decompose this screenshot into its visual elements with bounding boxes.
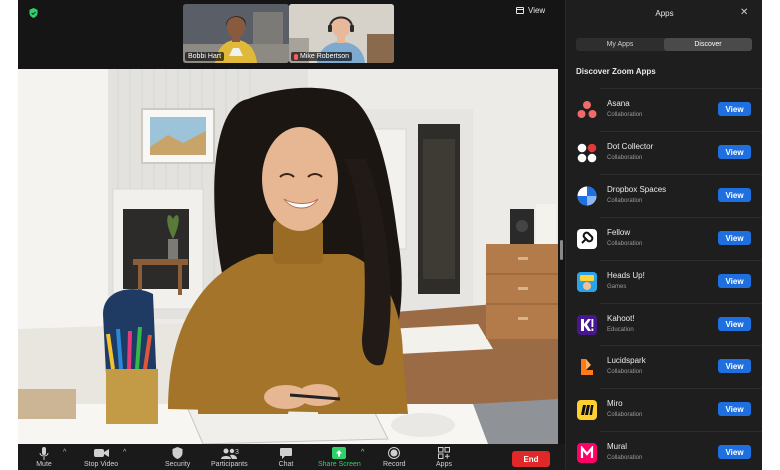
video-camera-icon: [93, 446, 109, 460]
dot-collector-icon: [577, 143, 597, 163]
app-name: Lucidspark: [607, 356, 646, 365]
app-view-button[interactable]: View: [718, 145, 751, 159]
share-options-caret[interactable]: ^: [361, 449, 364, 456]
zoom-window: View Bobbi Hart Mike Robertson Mute ^ St…: [18, 0, 762, 470]
participants-button[interactable]: 3 Participants: [211, 446, 248, 468]
app-category: Collaboration: [607, 112, 643, 118]
app-name: Mural: [607, 442, 628, 451]
close-icon[interactable]: ✕: [740, 8, 748, 18]
participant-name-tag: Bobbi Hart: [185, 52, 225, 61]
chat-button[interactable]: Chat: [278, 446, 294, 468]
shield-icon: [170, 446, 186, 460]
app-category: Collaboration: [607, 241, 643, 247]
divider: [600, 303, 762, 304]
view-layout-label: View: [528, 6, 546, 15]
active-speaker-scene: [18, 69, 558, 444]
app-category: Collaboration: [607, 455, 643, 461]
app-category: Collaboration: [607, 412, 643, 418]
divider: [600, 345, 762, 346]
record-button[interactable]: Record: [383, 446, 406, 468]
apps-panel: Apps ✕ My Apps Discover Discover Zoom Ap…: [565, 0, 762, 470]
heads-up-icon: [577, 272, 597, 292]
video-options-caret[interactable]: ^: [123, 449, 126, 456]
miro-icon: [577, 400, 597, 420]
lucidspark-icon: [577, 357, 597, 377]
section-title: Discover Zoom Apps: [576, 67, 656, 76]
fellow-icon: [577, 229, 597, 249]
app-name: Dropbox Spaces: [607, 185, 667, 194]
app-category: Collaboration: [607, 369, 643, 375]
app-view-button[interactable]: View: [718, 188, 751, 202]
app-view-button[interactable]: View: [718, 402, 751, 416]
app-list-item[interactable]: Dot Collector Collaboration View: [566, 131, 762, 174]
mural-icon: [577, 443, 597, 463]
security-button[interactable]: Security: [165, 446, 190, 468]
app-list-item[interactable]: Asana Collaboration View: [566, 88, 762, 131]
divider: [600, 88, 762, 89]
app-name: Dot Collector: [607, 142, 654, 151]
kahoot-icon: [577, 315, 597, 335]
participant-thumbnail[interactable]: Bobbi Hart: [183, 4, 289, 63]
app-name: Miro: [607, 399, 623, 408]
app-view-button[interactable]: View: [718, 445, 751, 459]
panel-title: Apps: [655, 9, 674, 18]
end-meeting-button[interactable]: End: [512, 451, 550, 467]
app-name: Kahoot!: [607, 314, 635, 323]
apps-button[interactable]: Apps: [436, 446, 452, 468]
meeting-toolbar: Mute ^ Stop Video ^ Security 3 Participa…: [18, 444, 565, 470]
divider: [600, 131, 762, 132]
asana-icon: [577, 100, 597, 120]
divider: [600, 260, 762, 261]
panel-resize-handle[interactable]: [560, 240, 563, 260]
tab-discover[interactable]: Discover: [664, 38, 752, 51]
participant-thumbnail[interactable]: Mike Robertson: [289, 4, 394, 63]
app-view-button[interactable]: View: [718, 102, 751, 116]
stop-video-button[interactable]: Stop Video: [84, 446, 118, 468]
app-view-button[interactable]: View: [718, 231, 751, 245]
app-category: Collaboration: [607, 155, 643, 161]
participant-name-tag: Mike Robertson: [291, 52, 353, 61]
active-speaker-video[interactable]: [18, 69, 558, 444]
app-list-item[interactable]: Heads Up! Games View: [566, 260, 762, 303]
encryption-shield-icon[interactable]: [29, 8, 38, 18]
divider: [600, 174, 762, 175]
meeting-area: View Bobbi Hart Mike Robertson Mute ^ St…: [18, 0, 565, 470]
app-view-button[interactable]: View: [718, 274, 751, 288]
app-category: Games: [607, 284, 627, 290]
app-name: Heads Up!: [607, 271, 645, 280]
mute-options-caret[interactable]: ^: [63, 449, 66, 456]
divider: [600, 431, 762, 432]
app-view-button[interactable]: View: [718, 317, 751, 331]
app-list-item[interactable]: Dropbox Spaces Collaboration View: [566, 174, 762, 217]
tab-my-apps[interactable]: My Apps: [576, 38, 664, 51]
app-list-item[interactable]: Mural Collaboration View: [566, 431, 762, 470]
app-name: Asana: [607, 99, 630, 108]
app-list-item[interactable]: Kahoot! Education View: [566, 303, 762, 346]
dropbox-spaces-icon: [577, 186, 597, 206]
app-view-button[interactable]: View: [718, 359, 751, 373]
view-layout-button[interactable]: View: [516, 6, 545, 15]
app-list-item[interactable]: Fellow Collaboration View: [566, 217, 762, 260]
app-category: Education: [607, 327, 634, 333]
chat-bubble-icon: [278, 446, 294, 460]
apps-icon: [436, 446, 452, 460]
divider: [600, 388, 762, 389]
share-screen-icon: [331, 446, 347, 460]
app-list-item[interactable]: Miro Collaboration View: [566, 388, 762, 431]
muted-mic-icon: [294, 53, 298, 60]
microphone-icon: [36, 446, 52, 460]
app-list-item[interactable]: Lucidspark Collaboration View: [566, 345, 762, 388]
mute-button[interactable]: Mute: [36, 446, 52, 468]
divider: [600, 217, 762, 218]
app-category: Collaboration: [607, 198, 643, 204]
share-screen-button[interactable]: Share Screen: [318, 446, 361, 468]
record-icon: [386, 446, 402, 460]
view-grid-icon: [516, 7, 524, 14]
apps-tab-switcher: My Apps Discover: [576, 38, 752, 51]
app-name: Fellow: [607, 228, 631, 237]
participants-count: 3: [235, 449, 239, 456]
